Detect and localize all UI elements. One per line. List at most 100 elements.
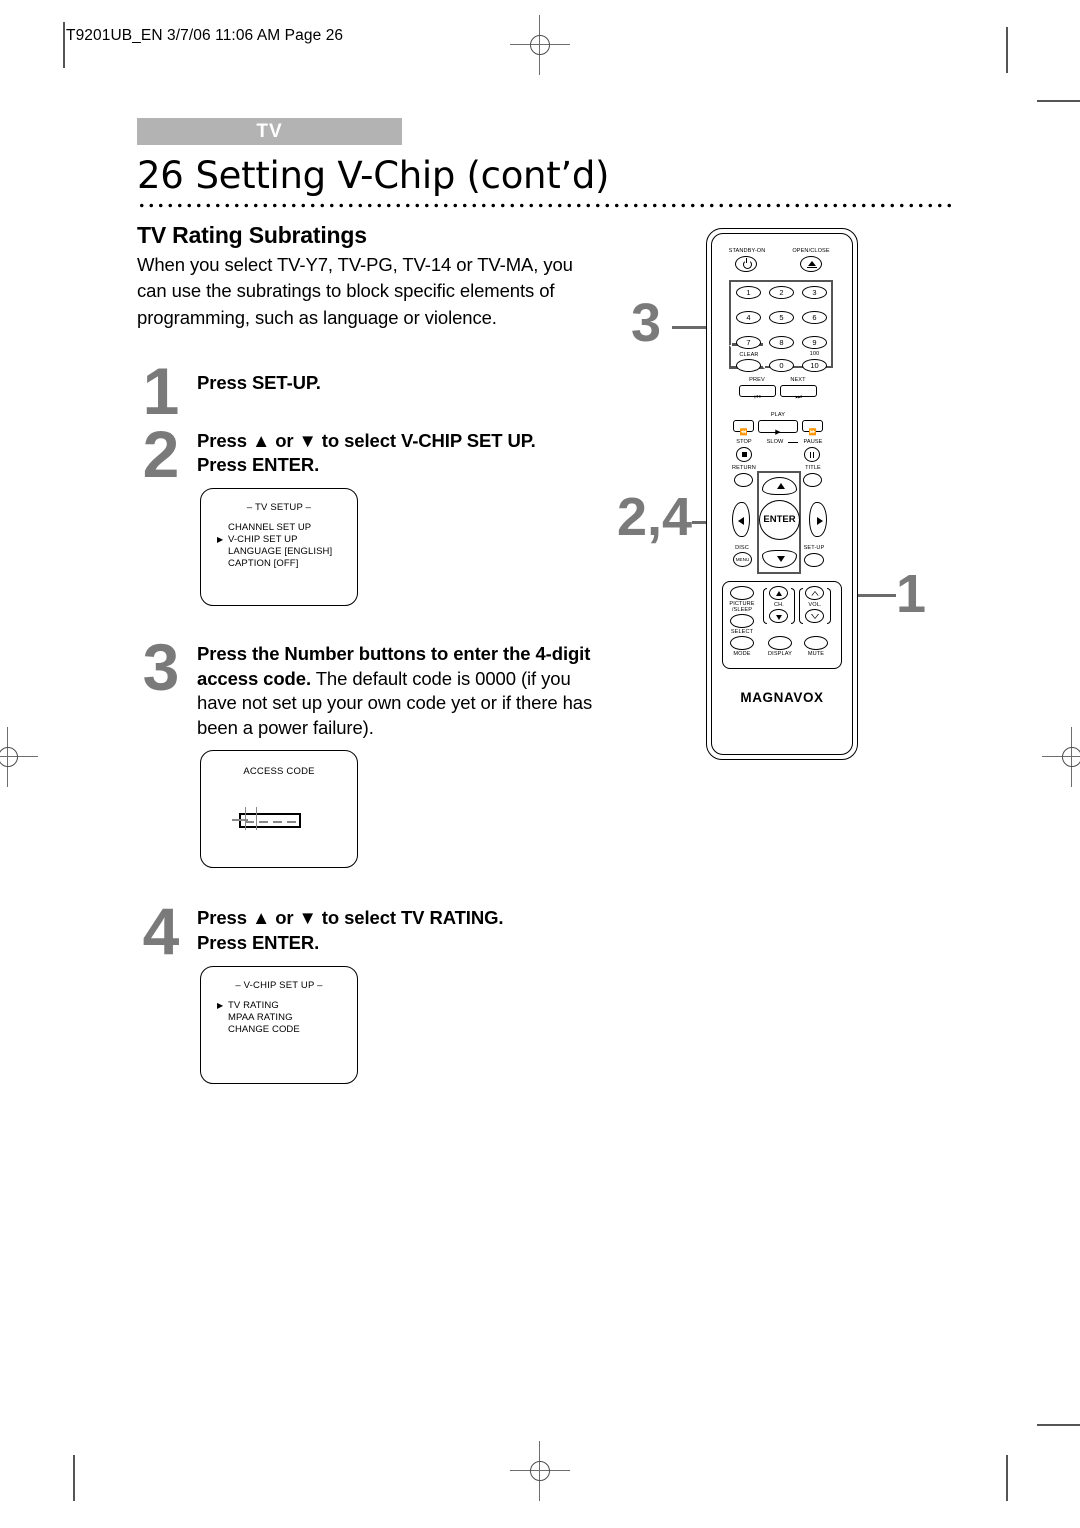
cursor-up-button[interactable]	[762, 477, 797, 495]
cursor-arrow-icon: ▶	[217, 1000, 224, 1010]
select-label: SELECT	[730, 629, 754, 635]
select-button[interactable]	[730, 614, 754, 628]
fast-forward-button[interactable]: ⏩	[802, 420, 823, 436]
sleep-label: /SLEEP	[731, 607, 753, 613]
callout-setup-button: 1	[896, 564, 927, 624]
osd-item-label: TV RATING	[228, 999, 279, 1011]
mute-button[interactable]	[804, 636, 828, 650]
mute-label: MUTE	[807, 651, 825, 657]
osd-item-label: MPAA RATING	[228, 1011, 293, 1023]
clear-button[interactable]	[736, 359, 761, 372]
osd-tv-setup-list: CHANNEL SET UP ▶ V-CHIP SET UP LANGUAGE […	[217, 522, 357, 570]
picture-sleep-button[interactable]	[730, 586, 754, 600]
prev-label: PREV	[749, 377, 765, 383]
osd-vchip-setup-list: ▶ TV RATING MPAA RATING CHANGE CODE	[217, 999, 357, 1036]
number-key-8[interactable]: 8	[769, 336, 794, 349]
cursor-up-icon	[776, 483, 785, 489]
slow-label: SLOW	[766, 439, 784, 445]
channel-down-button[interactable]	[769, 609, 788, 623]
rewind-button[interactable]: ⏪	[733, 420, 754, 436]
osd-item-label: CHANGE CODE	[228, 1023, 300, 1035]
step-4-line-2: Press ENTER.	[197, 931, 320, 953]
stop-button[interactable]	[736, 447, 752, 462]
next-button[interactable]: ⏭	[780, 385, 817, 401]
osd-item: CHANNEL SET UP	[228, 522, 357, 534]
ch-bracket-right	[791, 588, 795, 624]
brand-logo: MAGNAVOX	[740, 690, 824, 705]
ch-bracket-left	[763, 588, 767, 624]
step-3-text: Press the Number buttons to enter the 4-…	[197, 642, 609, 740]
disc-menu-button[interactable]: MENU	[733, 552, 752, 567]
return-button[interactable]	[734, 473, 753, 487]
volume-label: VOL.	[808, 602, 822, 608]
registration-mark-left	[0, 727, 38, 787]
crop-mark-v3	[245, 821, 247, 831]
play-icon: ▶	[775, 429, 781, 436]
registration-mark-bottom	[510, 1441, 570, 1501]
trim-mark-bottom-left-v	[73, 1455, 75, 1501]
step-4: 4 Press ▲ or ▼ to select TV RATING. Pres…	[137, 898, 607, 1084]
skip-back-icon: ⏮	[754, 394, 761, 401]
osd-item-label: LANGUAGE [ENGLISH]	[228, 546, 333, 558]
open-close-button[interactable]	[800, 256, 822, 272]
cursor-left-button[interactable]	[732, 502, 750, 537]
channel-up-button[interactable]	[769, 586, 788, 600]
prev-button[interactable]: ⏮	[739, 385, 776, 401]
number-key-4[interactable]: 4	[736, 311, 761, 324]
step-2-number: 2	[142, 416, 180, 491]
step-4-line-1: Press ▲ or ▼ to select TV RATING.	[197, 907, 504, 929]
volume-up-button[interactable]	[805, 586, 824, 600]
enter-button[interactable]: ENTER	[759, 500, 800, 540]
number-key-2[interactable]: 2	[769, 286, 794, 299]
trim-mark-top-right-h	[1037, 100, 1080, 102]
crop-mark-v2	[256, 807, 258, 822]
pause-button[interactable]	[804, 447, 820, 462]
display-label: DISPLAY	[768, 651, 792, 657]
number-key-6[interactable]: 6	[802, 311, 827, 324]
cursor-right-button[interactable]	[809, 502, 827, 537]
play-label: PLAY	[770, 412, 786, 418]
osd-vchip-setup-title: – V-CHIP SET UP –	[235, 979, 323, 991]
display-button[interactable]	[768, 636, 792, 650]
title-button[interactable]	[803, 473, 822, 487]
standby-on-button[interactable]	[735, 256, 757, 272]
skip-forward-icon: ⏭	[795, 394, 802, 401]
number-key-7[interactable]: 7	[736, 336, 761, 349]
osd-item: MPAA RATING	[228, 1012, 357, 1024]
slug-divider	[63, 22, 65, 68]
number-key-9[interactable]: 9	[802, 336, 827, 349]
fast-forward-icon: ⏩	[808, 429, 817, 436]
enter-button-label: ENTER	[763, 514, 796, 525]
step-2-line-1: Press ▲ or ▼ to select V-CHIP SET UP.	[197, 429, 536, 451]
step-2-line-2: Press ENTER.	[197, 454, 320, 476]
mode-button[interactable]	[730, 636, 754, 650]
osd-item-selected: ▶ V-CHIP SET UP	[217, 534, 357, 546]
number-key-10[interactable]: 10	[802, 359, 827, 372]
section-tab-tv: TV	[137, 118, 402, 145]
section-intro: When you select TV-Y7, TV-PG, TV-14 or T…	[137, 254, 573, 328]
stop-icon	[741, 452, 747, 458]
step-2-text: Press ▲ or ▼ to select V-CHIP SET UP. Pr…	[197, 429, 607, 478]
step-1-number: 1	[142, 353, 180, 428]
number-key-5[interactable]: 5	[769, 311, 794, 324]
osd-item: CHANGE CODE	[228, 1024, 357, 1036]
vol-bracket-right	[827, 588, 831, 624]
volume-down-button[interactable]	[805, 609, 824, 623]
number-key-0[interactable]: 0	[769, 359, 794, 372]
stop-label: STOP	[736, 439, 752, 445]
setup-button[interactable]	[804, 553, 824, 567]
next-label: NEXT	[790, 377, 806, 383]
standby-on-label: STANDBY-ON	[728, 248, 766, 254]
play-button[interactable]: ▶	[758, 420, 798, 436]
step-3-number: 3	[142, 629, 180, 704]
number-key-1[interactable]: 1	[736, 286, 761, 299]
step-4-number: 4	[142, 894, 180, 969]
osd-item: LANGUAGE [ENGLISH]	[228, 546, 357, 558]
page-title-text: Setting V-Chip (cont’d)	[195, 154, 610, 197]
osd-screen-tv-setup: – TV SETUP – CHANNEL SET UP ▶ V-CHIP SET …	[200, 487, 358, 606]
number-key-3[interactable]: 3	[802, 286, 827, 299]
osd-screen-vchip-setup: – V-CHIP SET UP – ▶ TV RATING MPAA RATING…	[200, 965, 358, 1084]
osd-item-label: V-CHIP SET UP	[228, 534, 298, 546]
open-close-label: OPEN/CLOSE	[792, 248, 830, 254]
access-code-entry-field[interactable]	[239, 813, 301, 829]
